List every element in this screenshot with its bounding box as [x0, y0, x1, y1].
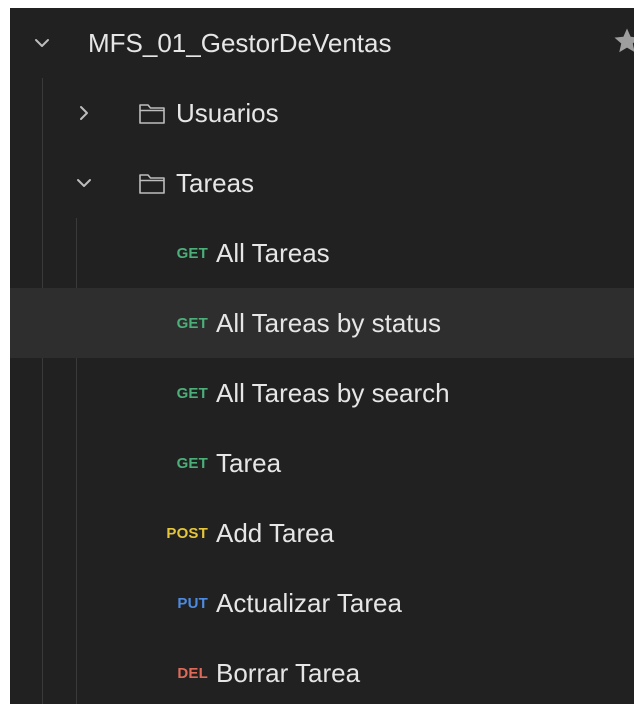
star-icon[interactable] — [612, 26, 634, 56]
folder-name: Tareas — [176, 168, 255, 198]
request-row[interactable]: DEL Borrar Tarea — [10, 638, 634, 704]
request-name: Borrar Tarea — [216, 658, 361, 688]
sidebar-collections-panel: MFS_01_GestorDeVentas Usuarios Tareas GE… — [10, 8, 634, 704]
folder-name: Usuarios — [176, 98, 279, 128]
chevron-down-icon[interactable] — [30, 31, 54, 55]
request-name: Actualizar Tarea — [216, 588, 402, 618]
chevron-down-icon[interactable] — [72, 171, 96, 195]
request-row[interactable]: GET All Tareas by status — [10, 288, 634, 358]
folder-row-tareas[interactable]: Tareas — [10, 148, 634, 218]
method-badge-put: PUT — [177, 595, 208, 612]
method-badge-get: GET — [176, 245, 208, 262]
method-badge-post: POST — [166, 525, 208, 542]
folder-row-usuarios[interactable]: Usuarios — [10, 78, 634, 148]
request-name: All Tareas by status — [216, 308, 441, 338]
collection-row[interactable]: MFS_01_GestorDeVentas — [10, 8, 634, 78]
folder-icon — [138, 101, 166, 125]
request-row[interactable]: GET All Tareas by search — [10, 358, 634, 428]
request-name: Add Tarea — [216, 518, 335, 548]
collection-name: MFS_01_GestorDeVentas — [88, 28, 392, 58]
request-row[interactable]: POST Add Tarea — [10, 498, 634, 568]
request-name: Tarea — [216, 448, 282, 478]
request-row[interactable]: GET Tarea — [10, 428, 634, 498]
request-name: All Tareas — [216, 238, 330, 268]
method-badge-get: GET — [176, 385, 208, 402]
request-row[interactable]: PUT Actualizar Tarea — [10, 568, 634, 638]
method-badge-del: DEL — [177, 665, 208, 682]
chevron-right-icon[interactable] — [72, 101, 96, 125]
method-badge-get: GET — [176, 315, 208, 332]
folder-icon — [138, 171, 166, 195]
request-name: All Tareas by search — [216, 378, 450, 408]
request-row[interactable]: GET All Tareas — [10, 218, 634, 288]
method-badge-get: GET — [176, 455, 208, 472]
